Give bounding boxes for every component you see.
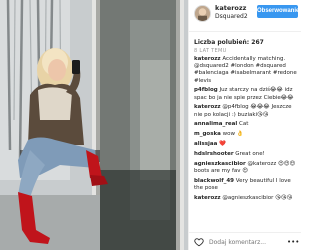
comment-text: wow 👌 [222,131,244,138]
comment-item: agnieszkascibior @katerozz 😍😍😍 boots are… [194,161,298,175]
comment-username[interactable]: katerozz [194,104,221,110]
following-button[interactable]: Obserwowanie [257,5,299,18]
comment-username[interactable]: annalima_real [194,121,237,127]
likes-count[interactable]: Liczba polubień: 267 [194,39,264,46]
comment-username[interactable]: agnieszkascibior [194,161,246,167]
post-timestamp: 8 LAT TEMU [194,48,227,54]
add-comment-bar: ••• [189,232,301,250]
comment-item: blackwolf_49 Very beautiful I love the p… [194,178,298,192]
comment-item: hdslrshooter Great one! [194,151,298,158]
avatar[interactable] [194,5,211,22]
post-sidebar: katerozz Dsquared2 Obserwowanie Liczba p… [188,0,301,250]
comment-item: katerozz @agnieszkascibior 😘😘😘 [194,195,298,202]
comment-username[interactable]: blackwolf_49 [194,178,234,184]
comment-item: p4fblog Juz starczy na dziś😂😂 idz spac b… [194,87,298,101]
comment-username[interactable]: katerozz [194,56,221,62]
heart-icon[interactable] [194,237,204,247]
comment-item: katerozz @p4fblog 😂😂😂 Jeszcze nie po kol… [194,104,298,118]
comment-username[interactable]: katerozz [194,195,221,201]
header-divider [189,31,301,32]
avatar-image [195,6,210,21]
comment-text: Great one! [235,150,265,157]
comment-item: alissjaa ❤️ [194,141,298,148]
comment-text: Cat [239,121,249,128]
more-icon[interactable]: ••• [287,237,299,247]
comment-input[interactable] [209,237,279,247]
comment-item: annalima_real Cat [194,121,298,128]
comment-username[interactable]: alissjaa [194,141,217,147]
comment-username[interactable]: hdslrshooter [194,151,234,157]
post-header: katerozz Dsquared2 Obserwowanie [189,0,301,30]
comment-item: m_goska wow 👌 [194,131,298,138]
comment-text: @agnieszkascibior 😘😘😘 [222,194,293,201]
comment-text: ❤️ [219,141,226,147]
comments-list[interactable]: katerozz Accidentally matching. @dsquare… [194,56,298,230]
comment-username[interactable]: m_goska [194,131,221,137]
comment-username[interactable]: p4fblog [194,87,218,93]
location-tag[interactable]: Dsquared2 [215,13,248,20]
post-photo[interactable] [0,0,188,250]
username[interactable]: katerozz [215,4,246,12]
comment-item: katerozz Accidentally matching. @dsquare… [194,56,298,85]
photo-woman-with-mirror [0,0,188,250]
